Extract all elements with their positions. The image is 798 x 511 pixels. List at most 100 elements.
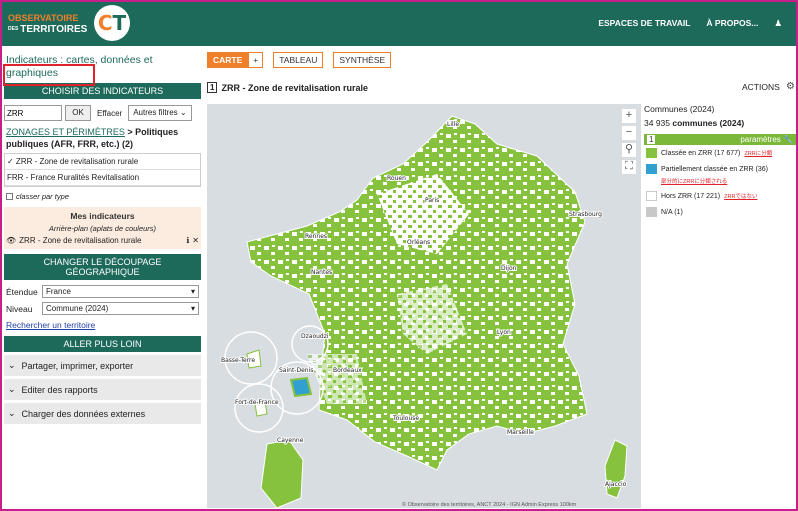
legend-panel: Communes (2024) 34 935 communes (2024) 1… (644, 104, 796, 220)
chevron-down-icon: ⌄ (179, 108, 187, 117)
legend-header: 1 paramètres 🔧 (644, 134, 796, 145)
niveau-label: Niveau (6, 303, 33, 314)
legend-swatch (646, 207, 657, 217)
legend-label: Classée en ZRR (17 677) (661, 149, 741, 157)
classer-checkbox[interactable] (6, 193, 13, 200)
my-indicators-title: Mes indicateurs (70, 211, 135, 221)
city-fort-de-france: Fort-de-France (235, 399, 279, 406)
other-filters-select[interactable]: Autres filtres ⌄ (128, 105, 192, 121)
legend-label: Partiellement classée en ZRR (36) (661, 165, 768, 173)
decoupage-header: CHANGER LE DÉCOUPAGE GÉOGRAPHIQUE (4, 254, 201, 280)
my-indicator-row: 👁 ZRR - Zone de revitalisation rurale ℹ … (6, 236, 199, 245)
city-cayenne: Cayenne (277, 437, 304, 444)
my-indicator-label: ZRR - Zone de revitalisation rurale (19, 236, 142, 245)
legend-swatch (646, 191, 657, 201)
accordion-external[interactable]: ⌄ Charger des données externes (4, 403, 201, 424)
legend-label: N/A (1) (661, 208, 683, 216)
gear-icon[interactable]: ⚙ (786, 81, 795, 92)
chevron-down-icon: ⌄ (8, 408, 16, 418)
eye-icon[interactable]: 👁 (6, 236, 16, 245)
breadcrumb: ZONAGES ET PÉRIMÈTRES > Politiques publi… (4, 124, 201, 150)
chevron-down-icon: ⌄ (8, 384, 16, 394)
map-title: 1 ZRR - Zone de revitalisation rurale (207, 82, 368, 93)
city-lyon: Lyon (497, 329, 511, 336)
city-lille: Lille (447, 121, 459, 128)
info-icon[interactable]: ℹ (186, 236, 189, 245)
etendue-label: Étendue (6, 286, 38, 297)
indicator-search-input[interactable] (4, 105, 62, 121)
fullscreen-icon[interactable]: ⛶ (622, 160, 636, 174)
top-nav: ESPACES DE TRAVAIL À PROPOS... ♟ (598, 18, 782, 29)
legend-row: Partiellement classée en ZRR (36) (644, 161, 796, 177)
wrench-icon: 🔧 (783, 135, 793, 144)
city-orleans: Orléans (407, 239, 430, 246)
map-canvas[interactable]: Lille Rouen Paris Strasbourg Rennes Orlé… (207, 104, 641, 508)
accordion-share[interactable]: ⌄ Partager, imprimer, exporter (4, 355, 201, 376)
city-marseille: Marseille (507, 429, 534, 436)
user-icon[interactable]: ♟ (774, 18, 782, 29)
actions-button[interactable]: ACTIONS (742, 82, 780, 92)
classer-label: classer par type (16, 192, 69, 201)
clear-button[interactable]: Effacer (94, 109, 125, 118)
breadcrumb-link[interactable]: ZONAGES ET PÉRIMÈTRES (6, 127, 125, 137)
etendue-select[interactable]: France ▾ (42, 285, 199, 298)
legend-count-number: 34 935 (644, 118, 670, 128)
city-ajaccio: Ajaccio (605, 481, 627, 488)
map-copyright: © Observatoire des territoires, ANCT 202… (402, 502, 577, 508)
niveau-row: Niveau Commune (2024) ▾ (4, 300, 201, 317)
map-number: 1 (207, 82, 218, 93)
map-title-text: ZRR - Zone de revitalisation rurale (221, 82, 368, 93)
caret-down-icon: ▾ (190, 304, 195, 313)
ok-button[interactable]: OK (65, 105, 91, 121)
etendue-row: Étendue France ▾ (4, 283, 201, 300)
zoom-out-icon[interactable]: − (622, 126, 636, 140)
indicator-item-frr[interactable]: FRR - France Ruralités Revitalisation (5, 170, 200, 186)
niveau-select[interactable]: Commune (2024) ▾ (42, 302, 199, 315)
accordion-share-label: Partager, imprimer, exporter (21, 360, 134, 371)
city-strasbourg: Strasbourg (569, 211, 602, 218)
logo-top: OBSERVATOIRE (8, 13, 79, 23)
tab-carte[interactable]: CARTE (207, 52, 249, 68)
left-panel: Indicateurs : cartes, données et graphiq… (4, 48, 201, 509)
legend-swatch (646, 148, 657, 158)
city-dzaoudzi: Dzaoudzi (301, 333, 329, 340)
add-map-button[interactable]: + (248, 52, 264, 68)
accordion-reports[interactable]: ⌄ Editer des rapports (4, 379, 201, 400)
accordion-external-label: Charger des données externes (21, 408, 146, 419)
map-svg: Lille Rouen Paris Strasbourg Rennes Orlé… (220, 115, 628, 508)
indicator-list: ✓ ZRR - Zone de revitalisation rurale FR… (4, 153, 201, 187)
legend-note: 部分的にZRRに分類される (661, 179, 728, 185)
nav-apropos[interactable]: À PROPOS... (706, 18, 758, 29)
legend-row: Hors ZRR (17 221) ZRRではない (644, 188, 796, 204)
zoom-in-icon[interactable]: + (622, 109, 636, 123)
other-filters-label: Autres filtres (133, 108, 178, 117)
city-rennes: Rennes (305, 233, 327, 240)
nav-espaces[interactable]: ESPACES DE TRAVAIL (598, 18, 690, 29)
legend-params-label: paramètres (740, 135, 781, 144)
legend-params[interactable]: paramètres 🔧 (740, 135, 793, 144)
tab-synthese[interactable]: SYNTHÈSE (333, 52, 392, 68)
close-icon[interactable]: ✕ (192, 236, 199, 245)
search-territory-link[interactable]: Rechercher un territoire (4, 317, 201, 333)
city-dijon: Dijon (501, 265, 517, 272)
corsica (604, 439, 628, 499)
legend-number: 1 (647, 135, 656, 144)
city-saint-denis: Saint-Denis (279, 367, 313, 374)
search-icon[interactable]: ⚲ (622, 143, 636, 157)
legend-label: Hors ZRR (17 221) (661, 192, 721, 200)
indicator-item-zrr[interactable]: ✓ ZRR - Zone de revitalisation rurale (5, 154, 200, 170)
legend-note: ZRRではない (724, 194, 758, 200)
plus-loin-header: ALLER PLUS LOIN (4, 336, 201, 352)
logo[interactable]: OBSERVATOIRE DES TERRITOIRES CT (8, 5, 130, 43)
chevron-down-icon: ⌄ (8, 360, 16, 370)
tab-tableau[interactable]: TABLEAU (273, 52, 324, 68)
city-nantes: Nantes (311, 269, 332, 276)
accordion-reports-label: Editer des rapports (21, 384, 98, 395)
city-bordeaux: Bordeaux (333, 367, 362, 374)
classer-row[interactable]: classer par type (4, 190, 201, 203)
view-tabs: CARTE + TABLEAU SYNTHÈSE (207, 52, 392, 68)
guyane (260, 439, 304, 508)
legend-count: 34 935 communes (2024) (644, 118, 796, 128)
city-basse-terre: Basse-Terre (221, 357, 255, 364)
legend-level: Communes (2024) (644, 104, 715, 114)
